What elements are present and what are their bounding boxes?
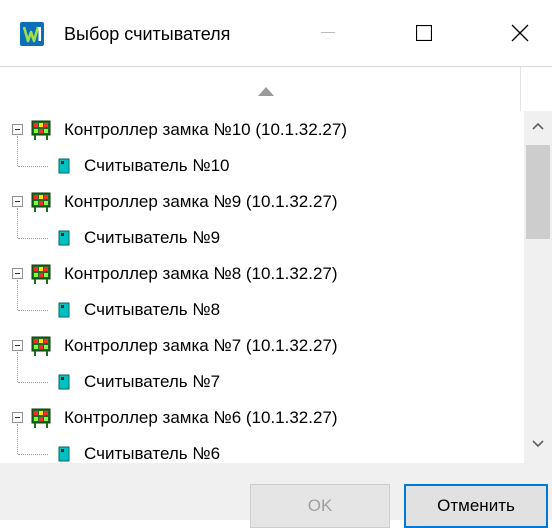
ok-button[interactable]: OK xyxy=(250,484,390,528)
tree-connector xyxy=(18,382,48,383)
lock-controller-icon xyxy=(31,408,51,428)
controller-label: Контроллер замка №6 (10.1.32.27) xyxy=(64,408,338,427)
tree-node-reader[interactable]: Считыватель №8 xyxy=(0,293,524,327)
chevron-up-icon xyxy=(532,122,544,130)
lock-controller-icon xyxy=(31,120,51,140)
controller-label: Контроллер замка №8 (10.1.32.27) xyxy=(64,264,338,283)
reader-label: Считыватель №7 xyxy=(84,372,221,391)
card-reader-icon xyxy=(58,302,70,318)
tree-connector xyxy=(18,454,48,455)
parsec-logo-icon xyxy=(20,22,44,46)
lock-controller-icon xyxy=(31,192,51,212)
card-reader-icon xyxy=(58,446,70,462)
window-title: Выбор считывателя xyxy=(64,24,231,44)
minimize-icon xyxy=(321,32,335,33)
scroll-down-button[interactable] xyxy=(524,429,552,463)
dialog-client-area: Контроллер замка №10 (10.1.32.27) Считыва… xyxy=(0,66,552,528)
title-bar: Выбор считывателя xyxy=(0,0,552,66)
reader-label: Считыватель №6 xyxy=(84,444,221,463)
vertical-scrollbar[interactable] xyxy=(524,111,552,463)
tree-node-reader[interactable]: Считыватель №7 xyxy=(0,365,524,399)
tree-node-controller[interactable]: Контроллер замка №8 (10.1.32.27) xyxy=(0,257,524,291)
tree-node-controller[interactable]: Контроллер замка №10 (10.1.32.27) xyxy=(0,113,524,147)
maximize-button[interactable] xyxy=(392,0,456,66)
maximize-icon xyxy=(416,25,432,41)
collapse-toggle-icon[interactable] xyxy=(12,340,23,351)
close-icon xyxy=(511,24,529,42)
close-button[interactable] xyxy=(488,0,552,66)
reader-label: Считыватель №9 xyxy=(84,228,221,247)
scroll-up-button[interactable] xyxy=(524,111,552,145)
lock-controller-icon xyxy=(31,264,51,284)
reader-tree: Контроллер замка №10 (10.1.32.27) Считыва… xyxy=(0,111,524,463)
tree-node-reader[interactable]: Считыватель №6 xyxy=(0,437,524,463)
tree-node-controller[interactable]: Контроллер замка №6 (10.1.32.27) xyxy=(0,401,524,435)
tree-connector xyxy=(18,310,48,311)
tree-node-controller[interactable]: Контроллер замка №7 (10.1.32.27) xyxy=(0,329,524,363)
reader-tree-pane: Контроллер замка №10 (10.1.32.27) Считыва… xyxy=(0,66,552,463)
header-divider xyxy=(520,67,521,111)
card-reader-icon xyxy=(58,230,70,246)
collapse-toggle-icon[interactable] xyxy=(12,268,23,279)
tree-connector xyxy=(18,238,48,239)
card-reader-icon xyxy=(58,374,70,390)
controller-label: Контроллер замка №7 (10.1.32.27) xyxy=(64,336,338,355)
chevron-down-icon xyxy=(532,440,544,448)
tree-header[interactable] xyxy=(0,67,520,111)
collapse-toggle-icon[interactable] xyxy=(12,412,23,423)
tree-node-controller[interactable]: Контроллер замка №9 (10.1.32.27) xyxy=(0,185,524,219)
card-reader-icon xyxy=(58,158,70,174)
collapse-toggle-icon[interactable] xyxy=(12,124,23,135)
collapse-toggle-icon[interactable] xyxy=(12,196,23,207)
minimize-button[interactable] xyxy=(296,0,360,66)
tree-node-reader[interactable]: Считыватель №10 xyxy=(0,149,524,183)
controller-label: Контроллер замка №10 (10.1.32.27) xyxy=(64,120,348,139)
cancel-button[interactable]: Отменить xyxy=(404,484,548,528)
tree-connector xyxy=(18,166,48,167)
controller-label: Контроллер замка №9 (10.1.32.27) xyxy=(64,192,338,211)
reader-label: Считыватель №10 xyxy=(84,156,230,175)
sort-ascending-icon xyxy=(258,87,274,96)
scroll-thumb[interactable] xyxy=(526,145,550,239)
reader-label: Считыватель №8 xyxy=(84,300,221,319)
lock-controller-icon xyxy=(31,336,51,356)
tree-node-reader[interactable]: Считыватель №9 xyxy=(0,221,524,255)
